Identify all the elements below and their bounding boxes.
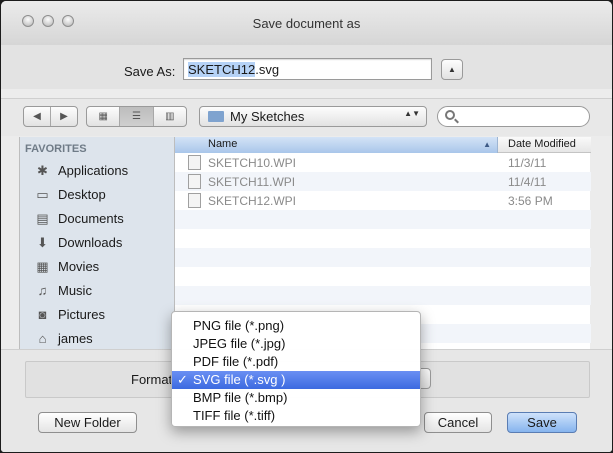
new-folder-button[interactable]: New Folder (38, 412, 137, 433)
favorites-heading: FAVORITES (25, 143, 87, 155)
search-input[interactable] (437, 106, 590, 127)
format-option-label: TIFF file (*.tiff) (193, 408, 276, 423)
file-list-header: Name ▲ Date Modified (175, 137, 591, 153)
format-option-label: SVG file (*.svg ) (193, 372, 286, 387)
sidebar-item-label: Music (58, 283, 92, 298)
movies-icon: ▦ (36, 259, 49, 274)
home-icon: ⌂ (38, 331, 47, 346)
expand-dialog-button[interactable]: ▲ (441, 59, 463, 80)
sidebar-item-label: Movies (58, 259, 100, 274)
format-label: Format (131, 372, 173, 387)
file-icon (188, 193, 201, 208)
empty-row (175, 267, 591, 286)
sidebar-item-label: Applications (58, 163, 129, 178)
sidebar: FAVORITES ✱ Applications ▭ Desktop ▤ Document… (19, 137, 174, 349)
window-title: Save document as (252, 16, 361, 31)
folder-location-label: My Sketches (230, 109, 305, 124)
name-column-header[interactable]: Name ▲ (175, 137, 498, 153)
date-modified-column-header[interactable]: Date Modified (508, 137, 576, 152)
empty-row (175, 248, 591, 267)
filename-input[interactable]: SKETCH12.svg (183, 58, 432, 80)
save-as-label: Save As: (124, 64, 176, 79)
sidebar-item-james[interactable]: ⌂ james (34, 329, 93, 349)
file-row[interactable]: SKETCH12.WPI 3:56 PM (175, 191, 591, 210)
format-option[interactable]: TIFF file (*.tiff) (172, 407, 420, 425)
file-icon (188, 174, 201, 189)
sidebar-item-label: Desktop (58, 187, 106, 202)
format-option[interactable]: PDF file (*.pdf) (172, 353, 420, 371)
format-option[interactable]: BMP file (*.bmp) (172, 389, 420, 407)
format-option-label: JPEG file (*.jpg) (193, 336, 286, 351)
pictures-icon: ◙ (38, 307, 47, 322)
empty-row (175, 229, 591, 248)
file-row[interactable]: SKETCH10.WPI 11/3/11 (175, 153, 591, 172)
applications-icon: ✱ (37, 163, 48, 178)
name-column-label: Name (208, 138, 238, 150)
format-option[interactable]: JPEG file (*.jpg) (172, 335, 420, 353)
cancel-button[interactable]: Cancel (424, 412, 492, 433)
format-option-label: PDF file (*.pdf) (193, 354, 279, 369)
sidebar-item-desktop[interactable]: ▭ Desktop (34, 185, 106, 205)
documents-icon: ▤ (36, 211, 49, 226)
format-option[interactable]: ✓ SVG file (*.svg ) (172, 371, 420, 389)
sidebar-item-documents[interactable]: ▤ Documents (34, 209, 124, 229)
forward-icon[interactable]: ▶ (50, 107, 77, 126)
back-forward-control: ◀ ▶ (23, 106, 78, 127)
chevron-updown-icon: ▲▼ (404, 109, 420, 118)
file-row[interactable]: SKETCH11.WPI 11/4/11 (175, 172, 591, 191)
sidebar-item-applications[interactable]: ✱ Applications (34, 161, 128, 181)
filename-extension: .svg (255, 62, 280, 77)
format-option-label: PNG file (*.png) (193, 318, 285, 333)
column-view-icon[interactable]: ▥ (152, 107, 186, 126)
save-dialog: Save document as Save As: SKETCH12.svg ▲… (1, 1, 612, 452)
file-name: SKETCH10.WPI (208, 156, 297, 170)
sidebar-item-label: james (58, 331, 93, 346)
downloads-icon: ⬇ (37, 235, 48, 250)
format-option[interactable]: PNG file (*.png) (172, 317, 420, 335)
checkmark-icon: ✓ (177, 372, 188, 387)
sidebar-item-pictures[interactable]: ◙ Pictures (34, 305, 105, 325)
filename-selected-text: SKETCH12 (188, 62, 256, 77)
icon-view-icon[interactable]: ▦ (87, 107, 119, 126)
title-bar: Save document as (1, 1, 612, 45)
back-icon[interactable]: ◀ (24, 107, 50, 126)
desktop-icon: ▭ (36, 187, 49, 202)
format-popup-button[interactable] (421, 368, 431, 389)
music-icon: ♫ (37, 283, 48, 298)
sidebar-item-label: Downloads (58, 235, 123, 250)
list-view-icon[interactable]: ☰ (119, 107, 153, 126)
file-name: SKETCH11.WPI (208, 175, 296, 189)
search-icon (445, 110, 455, 120)
sidebar-item-label: Documents (58, 211, 124, 226)
file-date: 11/3/11 (508, 156, 547, 170)
file-icon (188, 155, 201, 170)
view-mode-control: ▦ ☰ ▥ (86, 106, 187, 127)
sidebar-item-music[interactable]: ♫ Music (34, 281, 92, 301)
format-option-label: BMP file (*.bmp) (193, 390, 288, 405)
sidebar-item-label: Pictures (58, 307, 105, 322)
empty-row (175, 210, 591, 229)
sidebar-item-downloads[interactable]: ⬇ Downloads (34, 233, 122, 253)
empty-row (175, 286, 591, 305)
file-date: 11/4/11 (508, 175, 547, 189)
file-name: SKETCH12.WPI (208, 194, 297, 208)
file-date: 3:56 PM (508, 194, 553, 208)
save-button[interactable]: Save (507, 412, 577, 433)
folder-location-popup[interactable]: My Sketches ▲▼ (199, 106, 427, 127)
sidebar-item-movies[interactable]: ▦ Movies (34, 257, 99, 277)
sort-ascending-icon: ▲ (483, 140, 491, 149)
folder-icon (208, 111, 224, 122)
format-dropdown-menu: PNG file (*.png) JPEG file (*.jpg) PDF fil… (171, 311, 421, 427)
